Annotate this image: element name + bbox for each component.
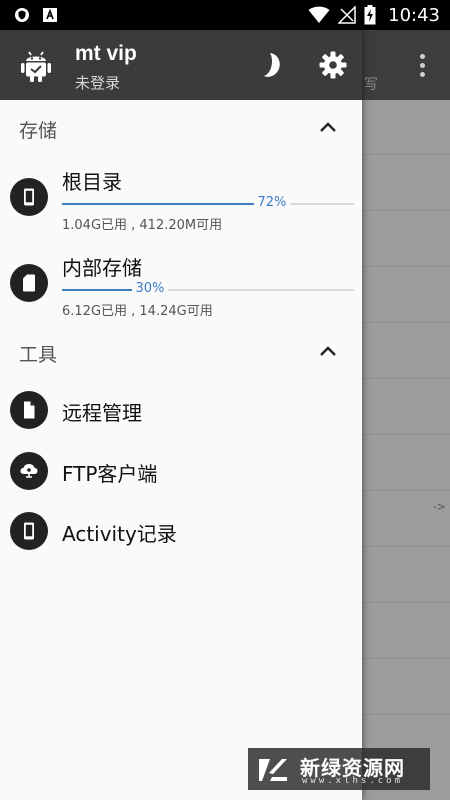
storage-usage-bar — [62, 203, 354, 205]
storage-usage-fill — [62, 203, 272, 205]
storage-item-internal[interactable]: 内部存储 30% 6.12G已用 , 14.24G可用 — [0, 252, 362, 332]
drawer-header: mt vip 未登录 — [0, 30, 362, 100]
storage-name: 根目录 — [62, 170, 122, 194]
storage-usage-bar — [62, 289, 354, 291]
file-icon — [10, 391, 48, 429]
background-app[interactable]: 写 -> — [362, 30, 450, 800]
storage-usage-info: 1.04G已用 , 412.20M可用 — [62, 218, 223, 233]
tool-label: 远程管理 — [62, 401, 142, 425]
navigation-drawer: mt vip 未登录 存储 根目录 72% 1.04G已用 , 412.20M可… — [0, 30, 362, 800]
battery-charging-icon — [364, 5, 376, 25]
tool-item-activity-log[interactable]: Activity记录 — [0, 504, 362, 558]
background-toolbar: 写 — [362, 30, 450, 100]
watermark-subtext: www.xlhs.com — [302, 776, 404, 786]
background-arrow-text: -> — [432, 500, 446, 513]
cloud-network-icon — [10, 452, 48, 490]
login-status[interactable]: 未登录 — [75, 72, 120, 93]
background-divider — [362, 322, 450, 323]
watermark-logo-icon — [259, 759, 287, 781]
background-divider — [362, 378, 450, 379]
background-divider — [362, 266, 450, 267]
no-signal-icon — [338, 6, 356, 24]
storage-name: 内部存储 — [62, 256, 142, 280]
background-divider — [362, 154, 450, 155]
a-icon — [43, 8, 57, 22]
chevron-up-icon[interactable] — [318, 120, 338, 134]
tools-section-header[interactable]: 工具 — [0, 330, 362, 376]
sd-card-icon — [10, 264, 48, 302]
more-vert-icon — [420, 54, 426, 81]
storage-usage-info: 6.12G已用 , 14.24G可用 — [62, 304, 213, 319]
background-divider — [362, 490, 450, 491]
wifi-icon — [308, 6, 330, 23]
tools-section-label: 工具 — [19, 344, 58, 366]
tool-label: FTP客户端 — [62, 462, 158, 486]
background-divider — [362, 602, 450, 603]
tool-label: Activity记录 — [62, 522, 177, 546]
background-divider — [362, 210, 450, 211]
status-bar: 10:43 — [0, 0, 450, 30]
night-mode-icon[interactable] — [258, 50, 288, 80]
shield-icon — [15, 8, 29, 22]
phone-icon — [10, 178, 48, 216]
android-logo-icon — [21, 51, 51, 82]
app-title: mt vip — [75, 42, 137, 65]
settings-gear-icon[interactable] — [318, 50, 348, 80]
background-toolbar-text: 写 — [364, 77, 378, 93]
status-time: 10:43 — [388, 4, 440, 26]
background-divider — [362, 658, 450, 659]
background-divider — [362, 434, 450, 435]
phone-icon — [10, 512, 48, 550]
background-divider — [362, 714, 450, 715]
tool-item-ftp-client[interactable]: FTP客户端 — [0, 444, 362, 498]
storage-usage-percent: 30% — [131, 281, 169, 296]
storage-section-label: 存储 — [19, 120, 58, 142]
storage-item-root[interactable]: 根目录 72% 1.04G已用 , 412.20M可用 — [0, 166, 362, 246]
storage-section-header[interactable]: 存储 — [0, 106, 362, 152]
tool-item-remote-management[interactable]: 远程管理 — [0, 383, 362, 437]
chevron-up-icon[interactable] — [318, 344, 338, 358]
storage-usage-percent: 72% — [253, 195, 291, 210]
watermark: 新绿资源网 www.xlhs.com — [248, 748, 430, 790]
background-divider — [362, 546, 450, 547]
